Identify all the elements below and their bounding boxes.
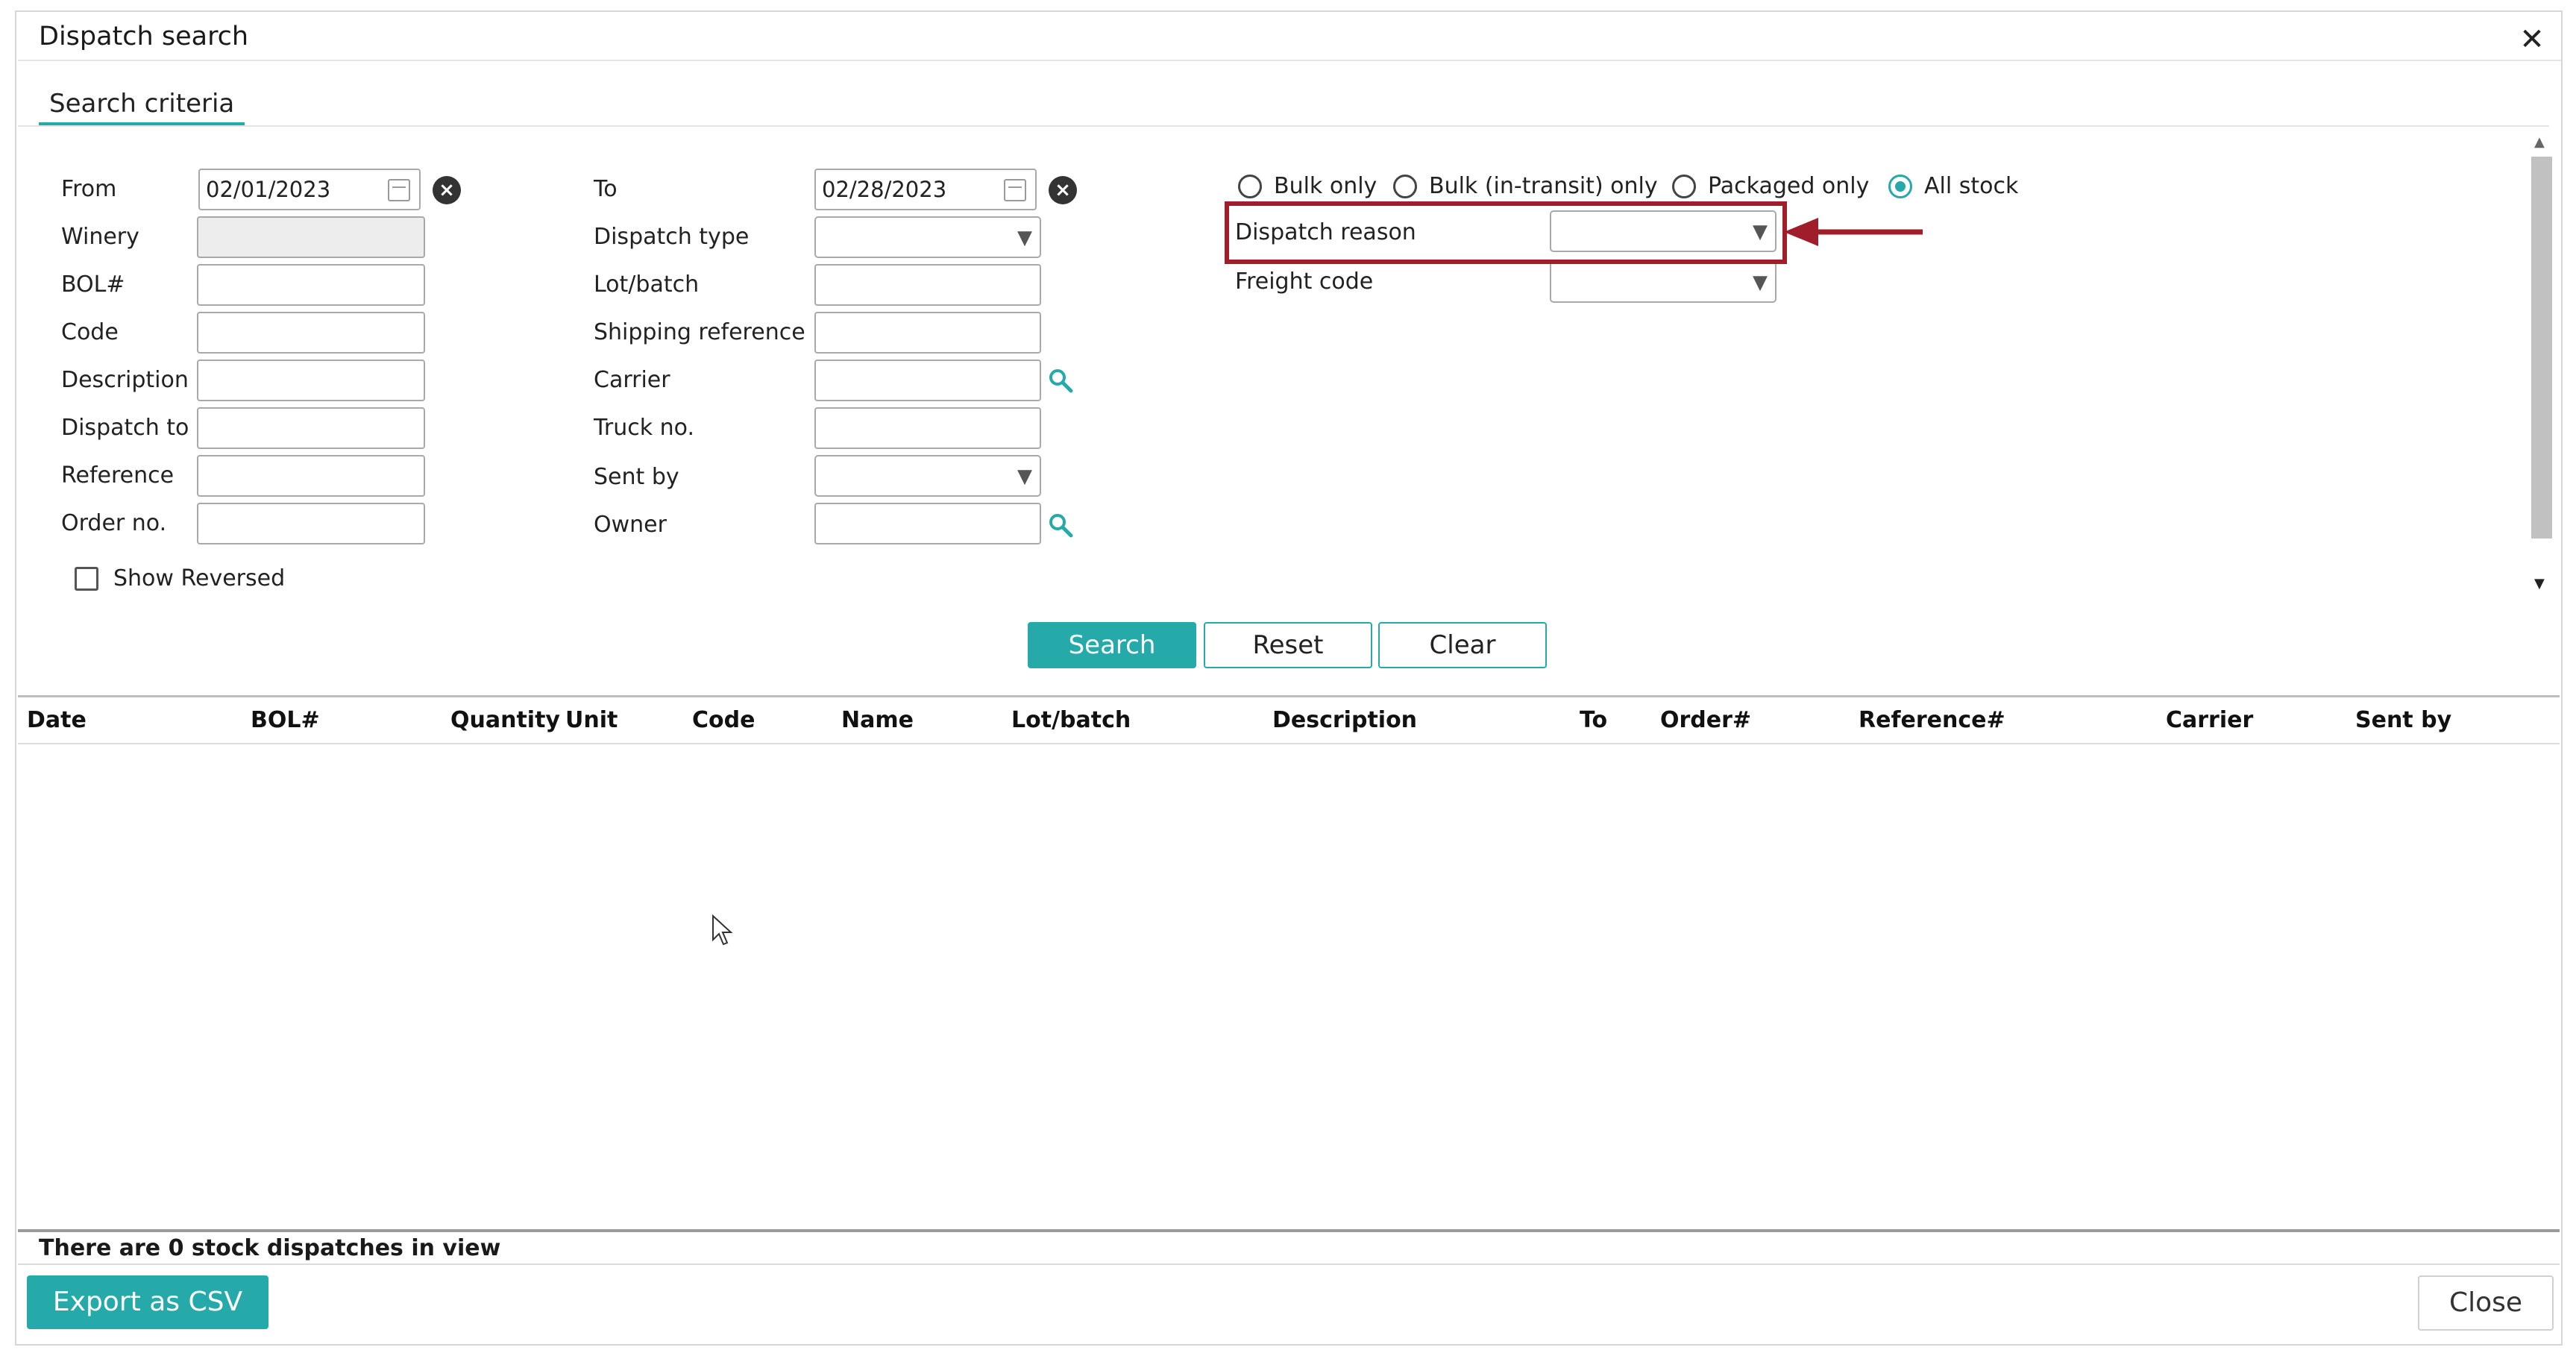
freight-code-label: Freight code (1235, 269, 1374, 295)
arrow-left-icon (1784, 218, 1923, 246)
tab-divider (18, 125, 2549, 127)
close-button[interactable]: Close (2418, 1275, 2554, 1331)
code-label: Code (61, 319, 119, 345)
status-text: There are 0 stock dispatches in view (39, 1235, 501, 1261)
freight-code-select[interactable]: ▼ (1550, 261, 1777, 303)
status-divider (18, 1229, 2560, 1232)
column-header-carrier[interactable]: Carrier (2166, 706, 2253, 735)
titlebar-divider (18, 60, 2561, 61)
reference-label: Reference (61, 462, 175, 489)
reference-input[interactable] (197, 455, 425, 497)
column-header-sent-by[interactable]: Sent by (2355, 706, 2451, 735)
owner-input[interactable] (814, 503, 1041, 544)
column-header-description[interactable]: Description (1272, 706, 1417, 735)
order-no-label: Order no. (61, 510, 167, 536)
carrier-input[interactable] (814, 360, 1041, 401)
column-header-code[interactable]: Code (692, 706, 755, 735)
dispatch-type-label: Dispatch type (594, 224, 750, 250)
column-header-unit[interactable]: Unit (565, 706, 618, 735)
dialog-title: Dispatch search (39, 22, 249, 51)
column-header-quantity[interactable]: Quantity (450, 706, 560, 735)
grid-top-border (18, 695, 2560, 697)
bol-input[interactable] (197, 264, 425, 306)
column-header-reference[interactable]: Reference# (1859, 706, 2005, 735)
show-reversed-label: Show Reversed (113, 565, 286, 591)
mouse-cursor-icon (712, 914, 733, 946)
column-header-order[interactable]: Order# (1660, 706, 1751, 735)
shipping-reference-label: Shipping reference (594, 319, 805, 345)
radio-bulk-only-label: Bulk only (1274, 173, 1377, 199)
search-icon[interactable] (1047, 512, 1074, 539)
results-grid-body[interactable] (18, 744, 2560, 1229)
annotation-highlight-box (1225, 201, 1787, 264)
scrollbar-thumb[interactable] (2531, 157, 2552, 539)
column-header-bol[interactable]: BOL# (251, 706, 320, 735)
calendar-icon[interactable] (1004, 179, 1026, 201)
chevron-down-icon: ▼ (1017, 465, 1032, 488)
search-button[interactable]: Search (1028, 622, 1196, 668)
column-header-to[interactable]: To (1580, 706, 1607, 735)
clear-button[interactable]: Clear (1378, 622, 1547, 668)
sent-by-select[interactable]: ▼ (814, 455, 1041, 497)
scroll-down-arrow[interactable]: ▼ (2534, 576, 2545, 591)
radio-bulk-in-transit-label: Bulk (in-transit) only (1429, 173, 1658, 199)
show-reversed-checkbox[interactable] (75, 567, 98, 591)
chevron-down-icon: ▼ (1017, 227, 1032, 249)
lot-batch-input[interactable] (814, 264, 1041, 306)
column-header-name[interactable]: Name (841, 706, 914, 735)
code-input[interactable] (197, 312, 425, 354)
clear-circle-icon[interactable]: × (1049, 176, 1077, 204)
column-header-date[interactable]: Date (27, 706, 87, 735)
radio-bulk-in-transit[interactable] (1393, 175, 1417, 198)
radio-packaged-only-label: Packaged only (1708, 173, 1870, 199)
to-label: To (594, 176, 618, 202)
chevron-down-icon: ▼ (1753, 271, 1768, 294)
bol-label: BOL# (61, 271, 125, 298)
column-header-lot-batch[interactable]: Lot/batch (1011, 706, 1131, 735)
radio-all-stock[interactable] (1888, 175, 1912, 198)
lot-batch-label: Lot/batch (594, 271, 700, 298)
footer-divider (18, 1263, 2560, 1265)
radio-all-stock-label: All stock (1924, 173, 2019, 199)
dispatch-to-label: Dispatch to (61, 415, 189, 441)
order-no-input[interactable] (197, 503, 425, 544)
export-csv-button[interactable]: Export as CSV (27, 1275, 268, 1329)
shipping-reference-input[interactable] (814, 312, 1041, 354)
owner-label: Owner (594, 512, 667, 538)
reset-button[interactable]: Reset (1204, 622, 1372, 668)
sent-by-label: Sent by (594, 464, 679, 490)
radio-packaged-only[interactable] (1672, 175, 1696, 198)
description-input[interactable] (197, 360, 425, 401)
scroll-up-arrow[interactable]: ▲ (2534, 134, 2545, 150)
winery-input (197, 216, 425, 258)
tab-search-criteria[interactable]: Search criteria (49, 85, 234, 122)
description-label: Description (61, 367, 189, 393)
truck-no-input[interactable] (814, 407, 1041, 449)
dispatch-to-input[interactable] (197, 407, 425, 449)
carrier-label: Carrier (594, 367, 670, 393)
calendar-icon[interactable] (388, 179, 410, 201)
truck-no-label: Truck no. (594, 415, 695, 441)
radio-bulk-only[interactable] (1238, 175, 1262, 198)
close-icon[interactable]: ✕ (2515, 21, 2549, 58)
clear-circle-icon[interactable]: × (433, 176, 461, 204)
winery-label: Winery (61, 224, 139, 250)
from-label: From (61, 176, 117, 202)
search-icon[interactable] (1047, 367, 1074, 394)
dispatch-type-select[interactable]: ▼ (814, 216, 1041, 258)
